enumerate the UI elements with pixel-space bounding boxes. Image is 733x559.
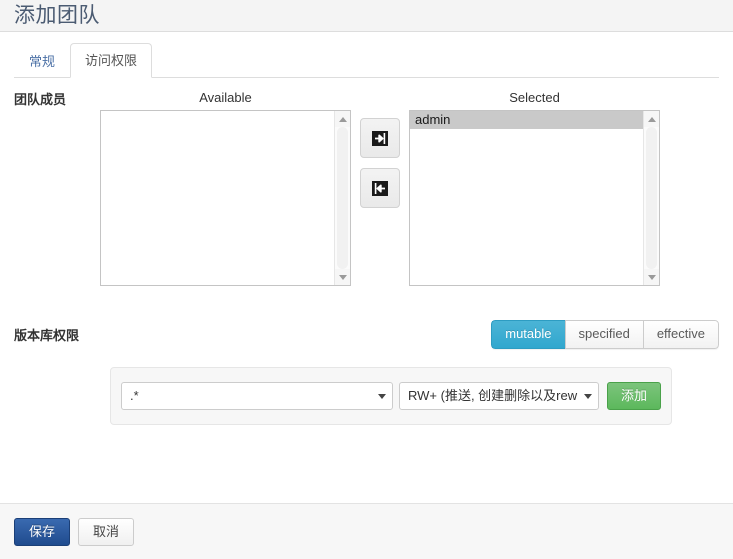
move-right-button[interactable]: [360, 118, 400, 158]
scroll-up-arrow-icon[interactable]: [644, 111, 659, 127]
page-title: 添加团队: [14, 4, 100, 27]
tab-access-permissions[interactable]: 访问权限: [70, 43, 153, 78]
scroll-down-arrow-icon[interactable]: [335, 269, 350, 285]
sign-in-icon: [372, 130, 388, 146]
mode-effective-button[interactable]: effective: [642, 320, 719, 349]
scroll-up-arrow-icon[interactable]: [335, 111, 350, 127]
available-scrollbar[interactable]: [334, 111, 350, 285]
mode-specified-button[interactable]: specified: [564, 320, 643, 349]
permission-value: RW+ (推送, 创建删除以及rewir: [407, 388, 578, 403]
ref-pattern-value: .*: [129, 388, 139, 403]
selected-scroll-track[interactable]: [646, 127, 657, 269]
selected-column: Selected admin: [409, 90, 660, 286]
available-scroll-track[interactable]: [337, 127, 348, 269]
move-buttons: [351, 90, 409, 218]
tab-access-item: 访问权限: [70, 43, 153, 78]
add-rule-button[interactable]: 添加: [606, 382, 661, 410]
list-item[interactable]: admin: [410, 111, 643, 129]
selected-list[interactable]: admin: [410, 111, 643, 285]
sign-out-icon: [372, 180, 388, 196]
add-rule-panel: .* RW+ (推送, 创建删除以及rewir 添加: [110, 367, 672, 425]
available-list[interactable]: [101, 111, 334, 285]
chevron-down-icon: [583, 393, 592, 399]
ref-pattern-select[interactable]: .*: [120, 382, 393, 410]
cancel-button[interactable]: 取消: [78, 517, 135, 546]
page-header: 添加团队: [0, 0, 733, 32]
permission-select[interactable]: RW+ (推送, 创建删除以及rewir: [398, 382, 599, 410]
available-column: Available: [100, 90, 351, 286]
dual-list-box: Available Selected admin: [100, 90, 719, 286]
form-footer: 保存 取消: [0, 503, 733, 559]
selected-scrollbar[interactable]: [643, 111, 659, 285]
available-heading: Available: [199, 90, 252, 105]
team-members-label: 团队成员: [14, 92, 67, 107]
tab-general[interactable]: 常规: [14, 45, 70, 78]
tabs-container: 常规 访问权限: [0, 32, 733, 78]
selected-heading: Selected: [509, 90, 560, 105]
move-left-button[interactable]: [360, 168, 400, 208]
available-listbox[interactable]: [100, 110, 351, 286]
selected-listbox[interactable]: admin: [409, 110, 660, 286]
repo-permissions-row: 版本库权限 mutable specified effective: [14, 320, 719, 349]
repo-permissions-label: 版本库权限: [14, 328, 80, 343]
tab-general-item: 常规: [14, 45, 70, 78]
mode-mutable-button[interactable]: mutable: [491, 320, 565, 349]
form-content: 团队成员 Available Selected admin 版本库权限 muta…: [0, 90, 733, 425]
nav-tabs: 常规 访问权限: [14, 43, 719, 78]
save-button[interactable]: 保存: [14, 517, 71, 546]
team-members-row: 团队成员 Available Selected admin: [14, 90, 719, 286]
chevron-down-icon: [377, 393, 386, 399]
scroll-down-arrow-icon[interactable]: [644, 269, 659, 285]
permission-mode-group: mutable specified effective: [491, 320, 719, 349]
